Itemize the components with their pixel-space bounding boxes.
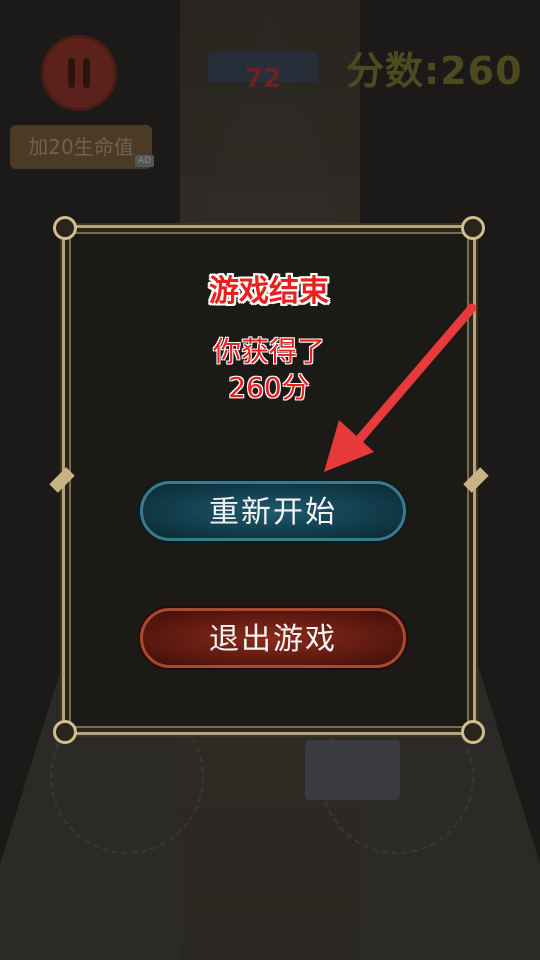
add-hp-button[interactable]: 加20生命值 AD bbox=[10, 125, 154, 169]
restart-button[interactable]: 重新开始 bbox=[140, 481, 406, 541]
frame-corner-ornament bbox=[461, 720, 485, 744]
result-line-2: 260分 bbox=[228, 371, 310, 404]
result-text: 你获得了 260分 bbox=[65, 334, 473, 406]
exit-game-button[interactable]: 退出游戏 bbox=[140, 608, 406, 668]
game-over-dialog: 游戏结束 你获得了 260分 重新开始 退出游戏 bbox=[49, 216, 489, 744]
result-line-1: 你获得了 bbox=[212, 335, 325, 368]
counter-value: 72 bbox=[245, 64, 282, 94]
dialog-title: 游戏结束 bbox=[209, 274, 329, 309]
bottom-item-tag bbox=[305, 740, 400, 800]
add-hp-label: 加20生命值 bbox=[28, 135, 134, 159]
ad-badge: AD bbox=[134, 155, 154, 167]
pause-icon bbox=[68, 58, 90, 88]
frame-corner-ornament bbox=[461, 216, 485, 240]
score-display: 分数:260 bbox=[346, 49, 523, 93]
frame-corner-ornament bbox=[53, 720, 77, 744]
frame-corner-ornament bbox=[53, 216, 77, 240]
pause-button[interactable] bbox=[41, 35, 117, 111]
